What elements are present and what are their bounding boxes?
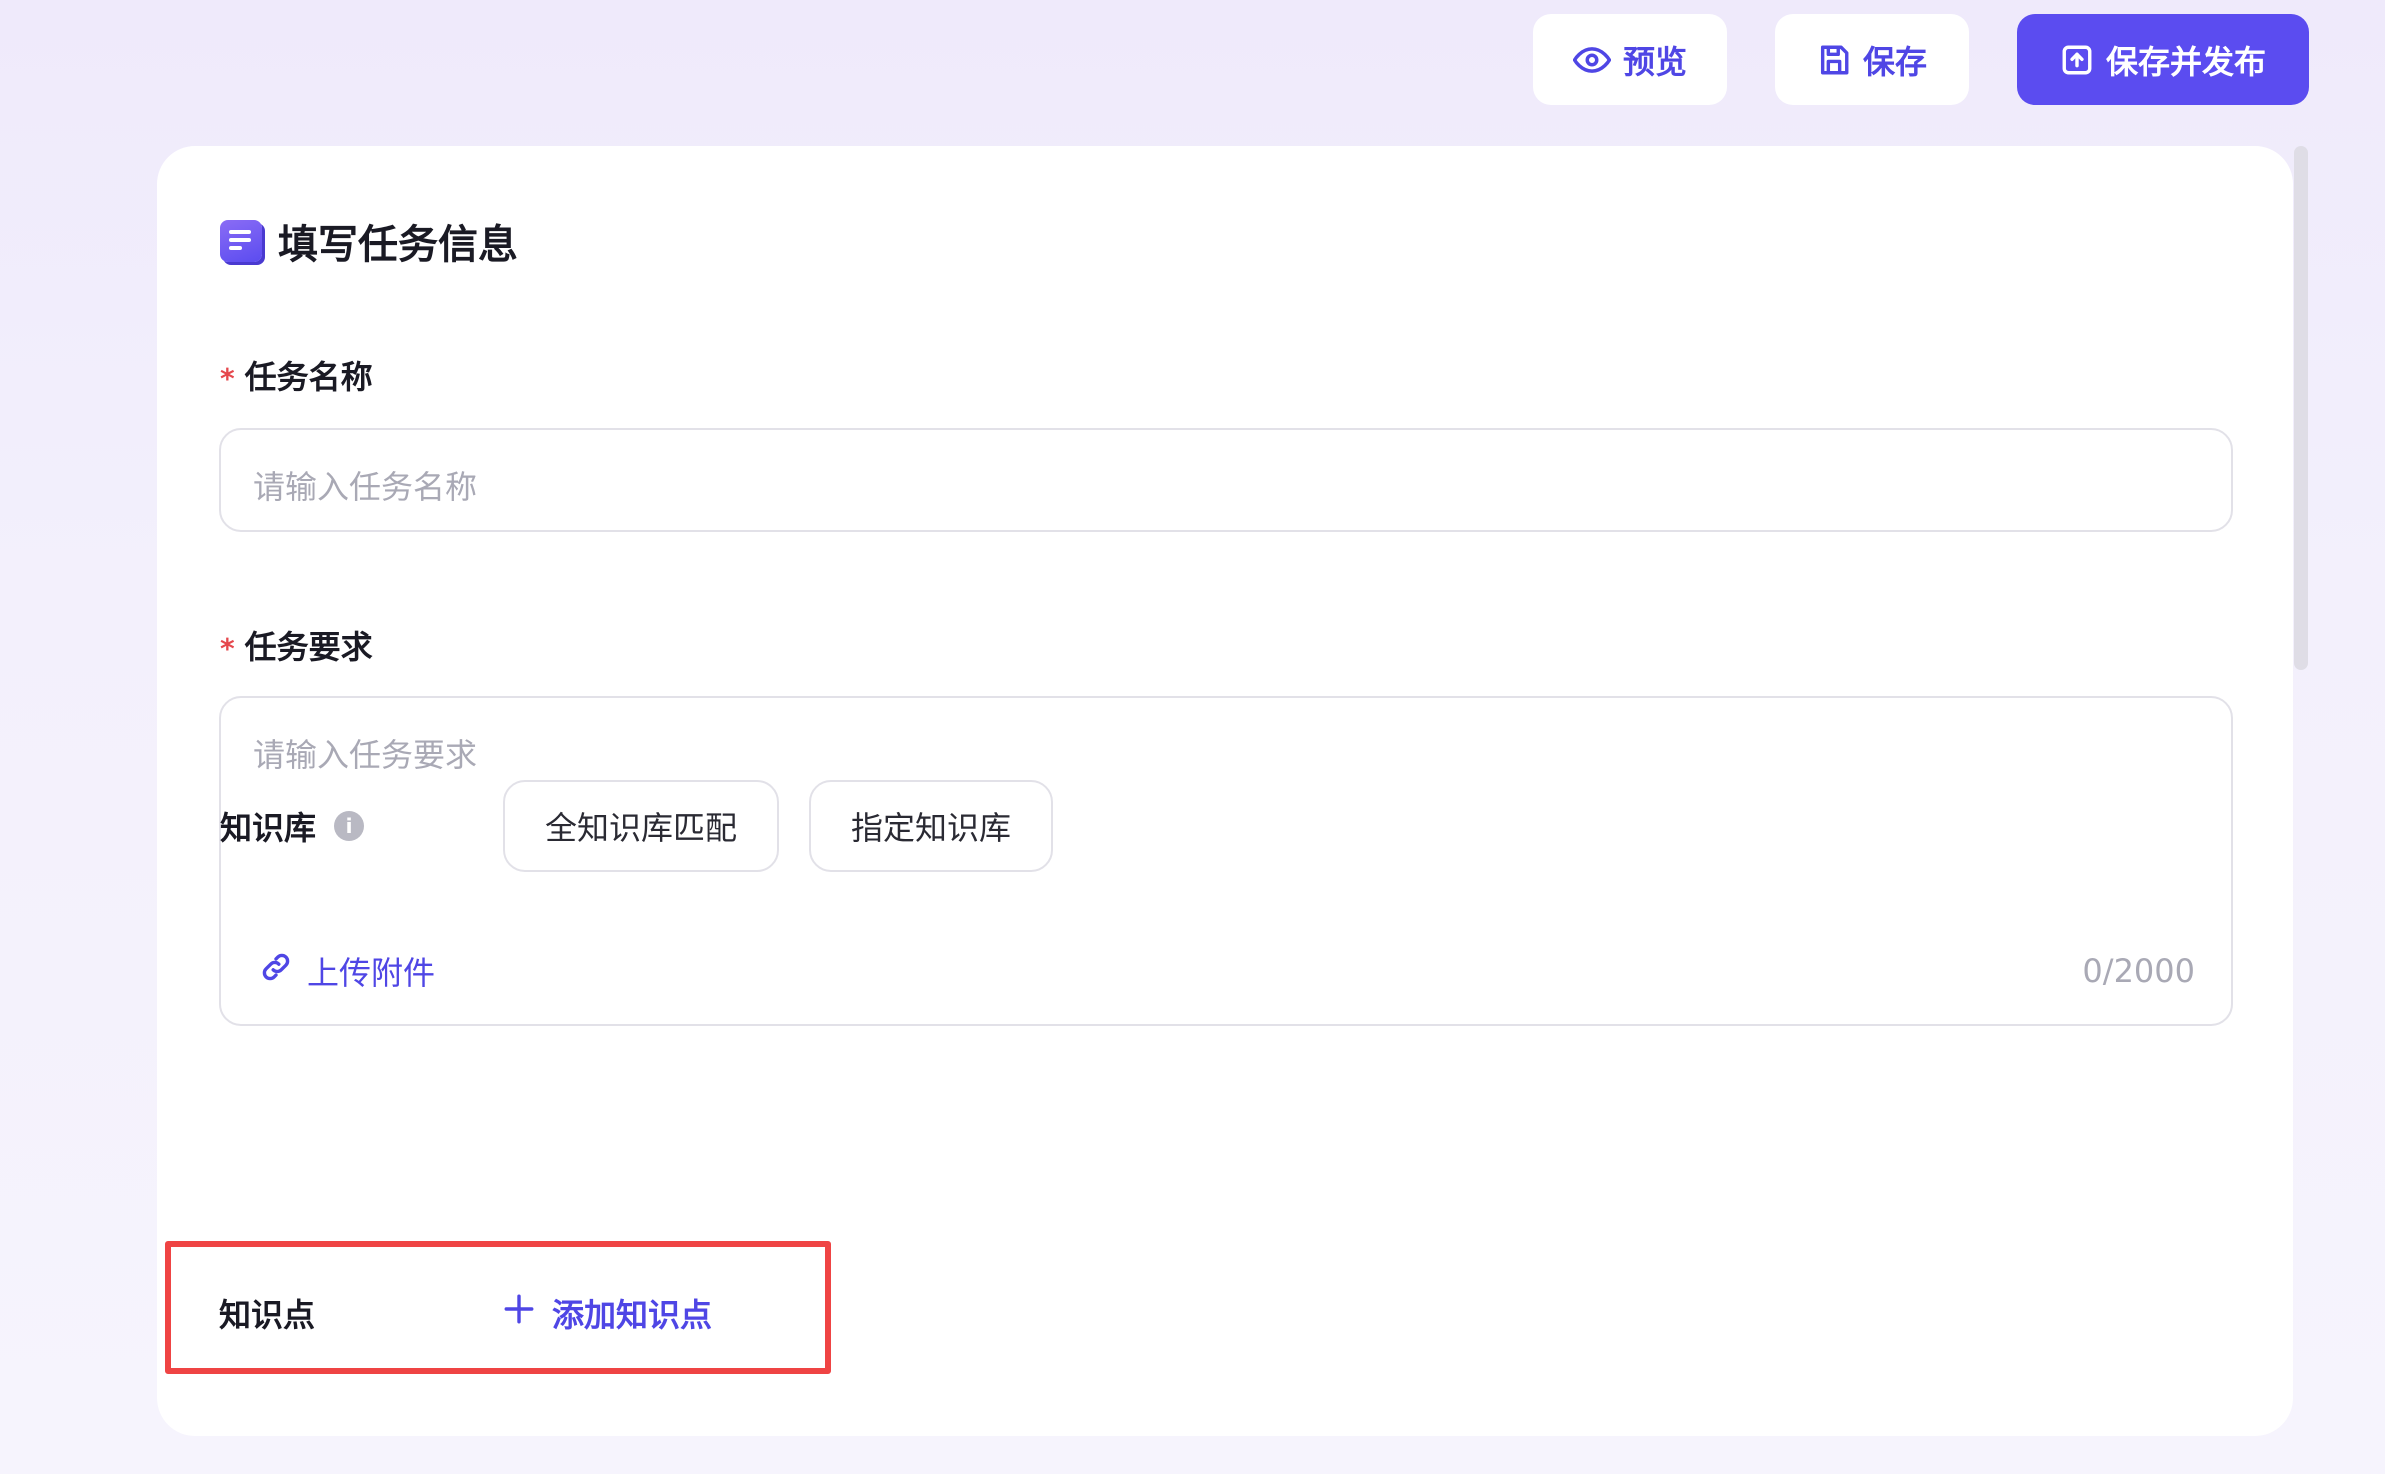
character-counter: 0/2000 (2082, 952, 2195, 990)
required-mark: * (220, 632, 235, 665)
card-title-text: 填写任务信息 (278, 222, 518, 268)
task-name-label-text: 任务名称 (244, 358, 373, 396)
info-icon[interactable]: i (334, 811, 365, 841)
plus-icon (502, 1292, 536, 1334)
add-knowledge-point-button[interactable]: 添加知识点 (502, 1290, 712, 1336)
knowledge-base-label-text: 知识库 (220, 809, 317, 847)
paperclip-link-icon (259, 950, 293, 992)
upload-attachment-label: 上传附件 (307, 954, 436, 992)
scrollbar[interactable] (2294, 146, 2308, 670)
upload-box-icon (2060, 43, 2094, 77)
task-name-placeholder: 请输入任务名称 (253, 468, 478, 506)
task-requirements-placeholder: 请输入任务要求 (253, 736, 478, 774)
task-name-label: * 任务名称 (220, 352, 373, 398)
specify-knowledge-base-option[interactable]: 指定知识库 (809, 780, 1054, 872)
task-requirements-label-text: 任务要求 (244, 628, 373, 666)
knowledge-points-label: 知识点 (219, 1296, 316, 1334)
save-and-publish-button[interactable]: 保存并发布 (2017, 14, 2309, 105)
save-button[interactable]: 保存 (1775, 14, 1969, 105)
knowledge-base-row: 知识库 i 全知识库匹配 指定知识库 (220, 780, 1083, 872)
upload-attachment-button[interactable]: 上传附件 (259, 948, 435, 994)
card-title: 填写任务信息 (220, 212, 518, 270)
save-and-publish-label: 保存并发布 (2105, 42, 2266, 81)
match-all-knowledge-bases-option[interactable]: 全知识库匹配 (503, 780, 780, 872)
preview-label: 预览 (1622, 42, 1687, 81)
task-requirements-label: * 任务要求 (220, 622, 373, 668)
save-label: 保存 (1862, 42, 1927, 81)
top-toolbar: 预览 保存 保存并发布 (1533, 14, 2309, 105)
floppy-disk-icon (1817, 43, 1851, 77)
task-name-input[interactable]: 请输入任务名称 (219, 428, 2233, 532)
preview-button[interactable]: 预览 (1533, 14, 1727, 105)
required-mark: * (220, 362, 235, 395)
add-knowledge-point-label: 添加知识点 (552, 1296, 713, 1334)
eye-icon (1572, 41, 1611, 79)
document-icon (220, 220, 262, 262)
knowledge-base-label: 知识库 i (220, 803, 503, 849)
